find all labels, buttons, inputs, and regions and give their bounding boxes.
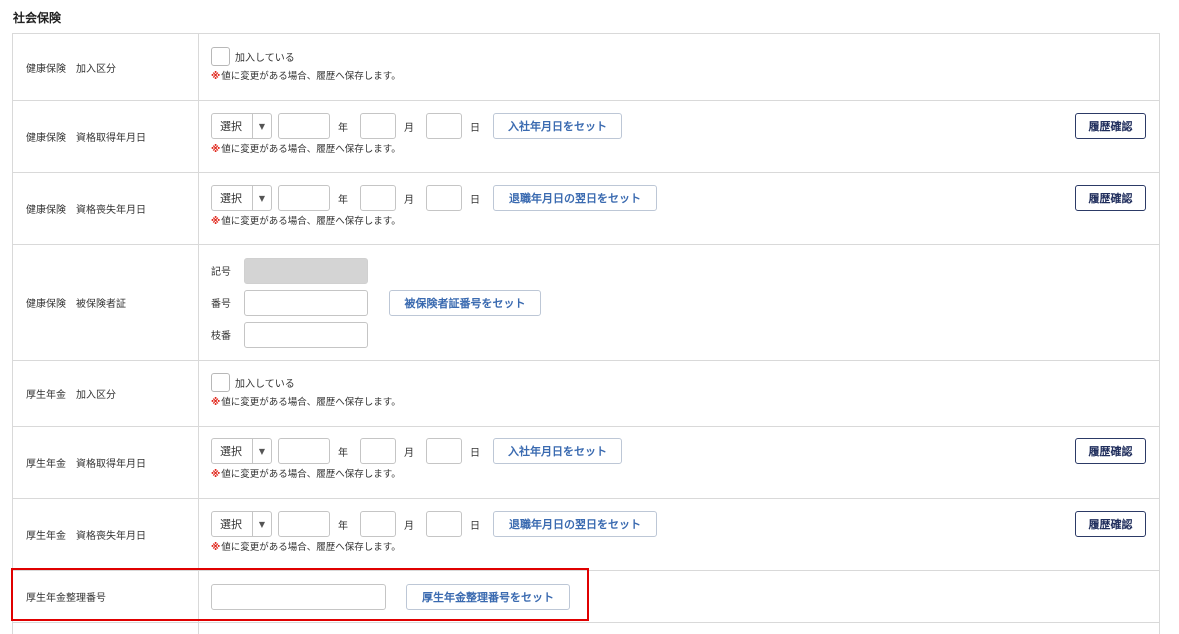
row-next-partial <box>13 623 1159 634</box>
month-input[interactable] <box>360 185 396 211</box>
month-input[interactable] <box>360 438 396 464</box>
era-select[interactable]: 選択 ▼ <box>211 185 272 211</box>
era-select[interactable]: 選択 ▼ <box>211 438 272 464</box>
year-unit: 年 <box>338 520 348 532</box>
history-note: ※値に変更がある場合、履歴へ保存します。 <box>211 213 1159 227</box>
history-check-button[interactable]: 履歴確認 <box>1075 113 1146 139</box>
row-health-insurance-lose-date: 健康保険 資格喪失年月日 選択 ▼ 年 月 日 退職年月日の翌日をセット ※値に… <box>13 173 1159 245</box>
row-pension-acquire-date: 厚生年金 資格取得年月日 選択 ▼ 年 月 日 入社年月日をセット ※値に変更が… <box>13 427 1159 499</box>
history-check-button[interactable]: 履歴確認 <box>1075 185 1146 211</box>
day-input[interactable] <box>426 511 462 537</box>
set-pension-number-button[interactable]: 厚生年金整理番号をセット <box>406 583 570 610</box>
day-unit: 日 <box>470 194 480 206</box>
set-retire-next-day-button[interactable]: 退職年月日の翌日をセット <box>493 511 657 537</box>
note-mark: ※ <box>211 71 221 82</box>
year-unit: 年 <box>338 122 348 134</box>
month-unit: 月 <box>404 122 414 134</box>
era-select[interactable]: 選択 ▼ <box>211 113 272 139</box>
set-join-date-button[interactable]: 入社年月日をセット <box>493 438 622 464</box>
edaban-label: 枝番 <box>211 331 231 342</box>
year-input[interactable] <box>278 511 330 537</box>
day-input[interactable] <box>426 113 462 139</box>
row-health-insurance-acquire-date: 健康保険 資格取得年月日 選択 ▼ 年 月 日 入社年月日をセット ※値に変更が… <box>13 101 1159 173</box>
bangou-input[interactable] <box>244 289 368 316</box>
history-note: ※値に変更がある場合、履歴へ保存します。 <box>211 466 1159 480</box>
history-note: ※値に変更がある場合、履歴へ保存します。 <box>211 141 1159 155</box>
kigou-label: 記号 <box>211 267 231 278</box>
row-label: 厚生年金 資格取得年月日 <box>13 427 199 498</box>
row-label: 健康保険 資格取得年月日 <box>13 101 199 172</box>
row-pension-lose-date: 厚生年金 資格喪失年月日 選択 ▼ 年 月 日 退職年月日の翌日をセット ※値に… <box>13 499 1159 571</box>
note-mark: ※ <box>211 216 221 227</box>
note-text: 値に変更がある場合、履歴へ保存します。 <box>221 216 401 227</box>
day-input[interactable] <box>426 185 462 211</box>
month-unit: 月 <box>404 447 414 459</box>
row-label <box>13 623 199 634</box>
day-input[interactable] <box>426 438 462 464</box>
row-health-insurance-card: 健康保険 被保険者証 記号 番号 被保険者証番号をセット 枝番 <box>13 245 1159 361</box>
caret-down-icon: ▼ <box>252 186 271 210</box>
history-note: ※値に変更がある場合、履歴へ保存します。 <box>211 68 1159 82</box>
caret-down-icon: ▼ <box>252 512 271 536</box>
day-unit: 日 <box>470 122 480 134</box>
set-join-date-button[interactable]: 入社年月日をセット <box>493 113 622 139</box>
year-input[interactable] <box>278 113 330 139</box>
social-insurance-form: 健康保険 加入区分 加入している ※値に変更がある場合、履歴へ保存します。 健康… <box>12 33 1160 634</box>
note-text: 値に変更がある場合、履歴へ保存します。 <box>221 469 401 480</box>
section-title: 社会保険 <box>13 11 62 25</box>
month-input[interactable] <box>360 511 396 537</box>
note-mark: ※ <box>211 469 221 480</box>
month-input[interactable] <box>360 113 396 139</box>
bangou-label: 番号 <box>211 299 231 310</box>
row-label: 健康保険 資格喪失年月日 <box>13 173 199 244</box>
note-text: 値に変更がある場合、履歴へ保存します。 <box>221 542 401 553</box>
note-text: 値に変更がある場合、履歴へ保存します。 <box>221 397 401 408</box>
note-mark: ※ <box>211 542 221 553</box>
kigou-input <box>244 257 368 284</box>
row-label: 厚生年金 資格喪失年月日 <box>13 499 199 570</box>
history-check-button[interactable]: 履歴確認 <box>1075 438 1146 464</box>
row-label: 厚生年金 加入区分 <box>13 361 199 426</box>
row-label: 厚生年金整理番号 <box>13 571 199 622</box>
checkbox-label: 加入している <box>235 379 295 390</box>
month-unit: 月 <box>404 520 414 532</box>
note-mark: ※ <box>211 144 221 155</box>
day-unit: 日 <box>470 520 480 532</box>
row-label: 健康保険 加入区分 <box>13 34 199 100</box>
caret-down-icon: ▼ <box>252 439 271 463</box>
select-value: 選択 <box>220 445 242 458</box>
row-health-insurance-enrollment: 健康保険 加入区分 加入している ※値に変更がある場合、履歴へ保存します。 <box>13 34 1159 101</box>
set-retire-next-day-button[interactable]: 退職年月日の翌日をセット <box>493 185 657 211</box>
year-input[interactable] <box>278 185 330 211</box>
row-pension-number: 厚生年金整理番号 厚生年金整理番号をセット <box>13 571 1159 623</box>
select-value: 選択 <box>220 120 242 133</box>
caret-down-icon: ▼ <box>252 114 271 138</box>
health-insurance-enrolled-checkbox[interactable] <box>211 47 230 66</box>
checkbox-label: 加入している <box>235 53 295 64</box>
row-label: 健康保険 被保険者証 <box>13 245 199 360</box>
pension-enrolled-checkbox[interactable] <box>211 373 230 392</box>
history-check-button[interactable]: 履歴確認 <box>1075 511 1146 537</box>
edaban-input[interactable] <box>244 321 368 348</box>
select-value: 選択 <box>220 192 242 205</box>
era-select[interactable]: 選択 ▼ <box>211 511 272 537</box>
select-value: 選択 <box>220 518 242 531</box>
history-note: ※値に変更がある場合、履歴へ保存します。 <box>211 539 1159 553</box>
note-mark: ※ <box>211 397 221 408</box>
history-note: ※値に変更がある場合、履歴へ保存します。 <box>211 394 1159 408</box>
set-insured-number-button[interactable]: 被保険者証番号をセット <box>389 289 541 316</box>
row-pension-enrollment: 厚生年金 加入区分 加入している ※値に変更がある場合、履歴へ保存します。 <box>13 361 1159 427</box>
note-text: 値に変更がある場合、履歴へ保存します。 <box>221 144 401 155</box>
year-unit: 年 <box>338 447 348 459</box>
year-unit: 年 <box>338 194 348 206</box>
year-input[interactable] <box>278 438 330 464</box>
pension-number-input[interactable] <box>211 583 386 610</box>
note-text: 値に変更がある場合、履歴へ保存します。 <box>221 71 401 82</box>
day-unit: 日 <box>470 447 480 459</box>
month-unit: 月 <box>404 194 414 206</box>
